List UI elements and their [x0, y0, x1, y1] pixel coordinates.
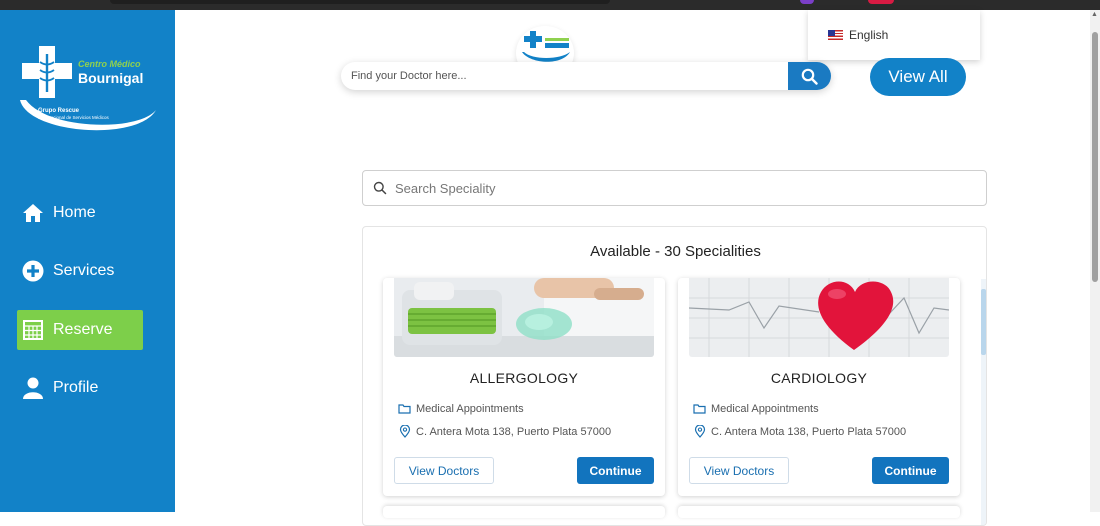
view-all-button[interactable]: View All — [870, 58, 966, 96]
logo-title-line1: Centro Médico — [78, 59, 141, 69]
speciality-address: C. Antera Mota 138, Puerto Plata 57000 — [398, 425, 611, 438]
search-icon — [801, 68, 818, 85]
sidebar-item-profile[interactable]: Profile — [17, 368, 143, 408]
browser-extension-icon — [800, 0, 814, 4]
sidebar-item-label: Services — [53, 262, 115, 279]
speciality-card: ALLERGOLOGY Medical Appointments C. Ante… — [383, 278, 665, 496]
logo-subtitle: Grupo Rescue — [38, 108, 80, 114]
clinic-logo[interactable]: Centro Médico Bournigal Grupo Rescue Red… — [18, 46, 158, 140]
doctor-search-bar — [341, 62, 831, 90]
continue-button[interactable]: Continue — [577, 457, 654, 484]
doctor-search-input[interactable] — [351, 62, 781, 90]
user-icon — [22, 377, 44, 399]
panel-scrollbar-thumb[interactable] — [981, 289, 986, 355]
sidebar-item-home[interactable]: Home — [17, 193, 143, 233]
speciality-category: Medical Appointments — [693, 402, 819, 415]
cardiology-image — [689, 278, 949, 357]
address-label: C. Antera Mota 138, Puerto Plata 57000 — [711, 425, 907, 438]
continue-button[interactable]: Continue — [872, 457, 949, 484]
speciality-card: CARDIOLOGY Medical Appointments C. Anter… — [678, 278, 960, 496]
allergology-image — [394, 278, 654, 357]
sidebar-item-services[interactable]: Services — [17, 251, 143, 291]
sidebar-item-label: Reserve — [53, 321, 113, 338]
logo-subtitle-small: Red Nacional de Servicios Médicos — [38, 115, 109, 120]
location-pin-icon — [693, 425, 706, 438]
view-doctors-button[interactable]: View Doctors — [394, 457, 494, 484]
view-doctors-button[interactable]: View Doctors — [689, 457, 789, 484]
folder-icon — [398, 402, 411, 415]
doctor-search-button[interactable] — [788, 62, 831, 90]
browser-top-strip — [0, 0, 1100, 10]
folder-icon — [693, 402, 706, 415]
speciality-search-bar — [362, 170, 987, 206]
speciality-address: C. Antera Mota 138, Puerto Plata 57000 — [693, 425, 906, 438]
language-selector[interactable]: English — [808, 10, 980, 60]
browser-tab-indicator — [110, 0, 610, 4]
sidebar-item-label: Home — [53, 204, 96, 221]
sidebar: Centro Médico Bournigal Grupo Rescue Red… — [0, 10, 175, 512]
location-pin-icon — [398, 425, 411, 438]
speciality-search-input[interactable] — [395, 171, 975, 205]
search-icon — [373, 181, 387, 195]
speciality-name: ALLERGOLOGY — [469, 370, 579, 386]
plus-circle-icon — [22, 260, 44, 282]
home-icon — [22, 202, 44, 224]
sidebar-item-label: Profile — [53, 379, 99, 396]
browser-extension-icon — [868, 0, 894, 4]
language-label: English — [849, 28, 889, 42]
panel-scrollbar[interactable] — [981, 279, 986, 525]
sidebar-item-reserve[interactable]: Reserve — [17, 310, 143, 350]
calendar-grid-icon — [22, 319, 44, 341]
speciality-card-partial — [383, 506, 665, 518]
scroll-up-arrow-icon[interactable]: ▲ — [1091, 11, 1098, 18]
specialities-count-title: Available - 30 Specialities — [590, 243, 761, 260]
page-scrollbar-thumb[interactable] — [1092, 32, 1098, 282]
category-label: Medical Appointments — [711, 402, 819, 415]
logo-title-line2: Bournigal — [78, 70, 144, 86]
address-label: C. Antera Mota 138, Puerto Plata 57000 — [416, 425, 612, 438]
speciality-card-partial — [678, 506, 960, 518]
speciality-name: CARDIOLOGY — [770, 370, 868, 386]
us-flag-icon — [828, 30, 843, 40]
page-scrollbar[interactable]: ▲ — [1090, 10, 1100, 512]
category-label: Medical Appointments — [416, 402, 524, 415]
speciality-category: Medical Appointments — [398, 402, 524, 415]
